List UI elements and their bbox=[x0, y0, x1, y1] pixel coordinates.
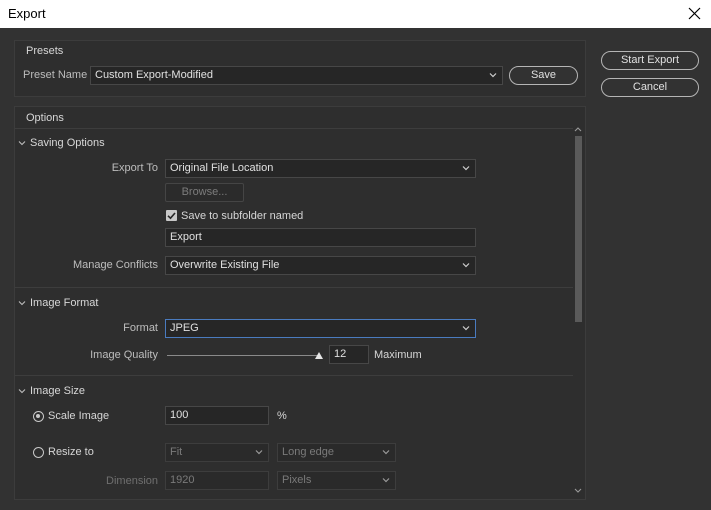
scroll-down-icon[interactable] bbox=[573, 487, 583, 495]
scale-image-radio[interactable] bbox=[33, 411, 44, 422]
preset-name-select[interactable]: Custom Export-Modified bbox=[90, 66, 503, 85]
resize-edge-select[interactable]: Long edge bbox=[277, 443, 396, 462]
subfolder-label: Save to subfolder named bbox=[181, 210, 304, 222]
chevron-down-icon bbox=[489, 73, 497, 78]
format-select[interactable]: JPEG bbox=[165, 319, 476, 338]
manage-conflicts-select[interactable]: Overwrite Existing File bbox=[165, 256, 476, 275]
preset-name-value: Custom Export-Modified bbox=[95, 69, 213, 81]
close-icon[interactable] bbox=[683, 3, 705, 25]
image-format-divider bbox=[15, 375, 573, 376]
slider-thumb-icon[interactable] bbox=[315, 352, 323, 359]
image-quality-label: Image Quality bbox=[90, 349, 158, 361]
dimension-input[interactable]: 1920 bbox=[165, 471, 269, 490]
export-to-label: Export To bbox=[111, 162, 158, 174]
chevron-down-icon bbox=[382, 478, 390, 483]
export-to-select[interactable]: Original File Location bbox=[165, 159, 476, 178]
image-quality-input[interactable]: 12 bbox=[329, 345, 369, 364]
preset-name-label: Preset Name bbox=[23, 69, 88, 81]
image-format-heading[interactable]: Image Format bbox=[30, 297, 98, 309]
manage-conflicts-label: Manage Conflicts bbox=[73, 259, 158, 271]
image-size-heading[interactable]: Image Size bbox=[30, 385, 85, 397]
chevron-down-icon bbox=[462, 166, 470, 171]
scale-unit-label: % bbox=[277, 410, 287, 422]
chevron-down-icon bbox=[255, 450, 263, 455]
manage-conflicts-value: Overwrite Existing File bbox=[170, 259, 280, 271]
scale-image-label: Scale Image bbox=[48, 410, 110, 422]
resize-edge-value: Long edge bbox=[282, 446, 334, 458]
resize-mode-select[interactable]: Fit bbox=[165, 443, 269, 462]
image-size-collapse-icon[interactable] bbox=[18, 387, 26, 395]
resize-mode-value: Fit bbox=[170, 446, 183, 458]
options-scrollbar[interactable] bbox=[573, 122, 583, 498]
title-bar: Export bbox=[0, 0, 711, 28]
chevron-down-icon bbox=[462, 326, 470, 331]
saving-options-heading[interactable]: Saving Options bbox=[30, 137, 105, 149]
options-heading: Options bbox=[26, 112, 64, 124]
subfolder-checkbox[interactable] bbox=[166, 210, 177, 221]
export-to-value: Original File Location bbox=[170, 162, 274, 174]
dimension-unit-select[interactable]: Pixels bbox=[277, 471, 396, 490]
resize-to-label: Resize to bbox=[48, 446, 94, 458]
presets-heading: Presets bbox=[26, 45, 64, 57]
dimension-unit-value: Pixels bbox=[282, 474, 312, 486]
chevron-down-icon bbox=[462, 263, 470, 268]
cancel-button[interactable]: Cancel bbox=[601, 78, 699, 97]
subfolder-name-input[interactable]: Export bbox=[165, 228, 476, 247]
saving-options-collapse-icon[interactable] bbox=[18, 139, 26, 147]
save-preset-button[interactable]: Save bbox=[509, 66, 578, 85]
chevron-down-icon bbox=[382, 450, 390, 455]
slider-track bbox=[167, 355, 319, 356]
resize-to-radio[interactable] bbox=[33, 447, 44, 458]
checkmark-icon bbox=[167, 212, 176, 220]
dimension-label: Dimension bbox=[106, 475, 158, 487]
browse-button[interactable]: Browse... bbox=[165, 183, 244, 202]
image-quality-text: Maximum bbox=[374, 349, 422, 361]
start-export-button[interactable]: Start Export bbox=[601, 51, 699, 70]
image-quality-slider[interactable] bbox=[167, 350, 323, 360]
options-divider bbox=[15, 128, 573, 129]
scroll-up-icon[interactable] bbox=[573, 125, 583, 133]
scrollbar-thumb[interactable] bbox=[575, 136, 582, 322]
image-format-collapse-icon[interactable] bbox=[18, 299, 26, 307]
window-title: Export bbox=[8, 6, 46, 21]
scale-value-input[interactable]: 100 bbox=[165, 406, 269, 425]
format-value: JPEG bbox=[170, 322, 199, 334]
saving-options-divider bbox=[15, 287, 573, 288]
format-label: Format bbox=[123, 322, 158, 334]
